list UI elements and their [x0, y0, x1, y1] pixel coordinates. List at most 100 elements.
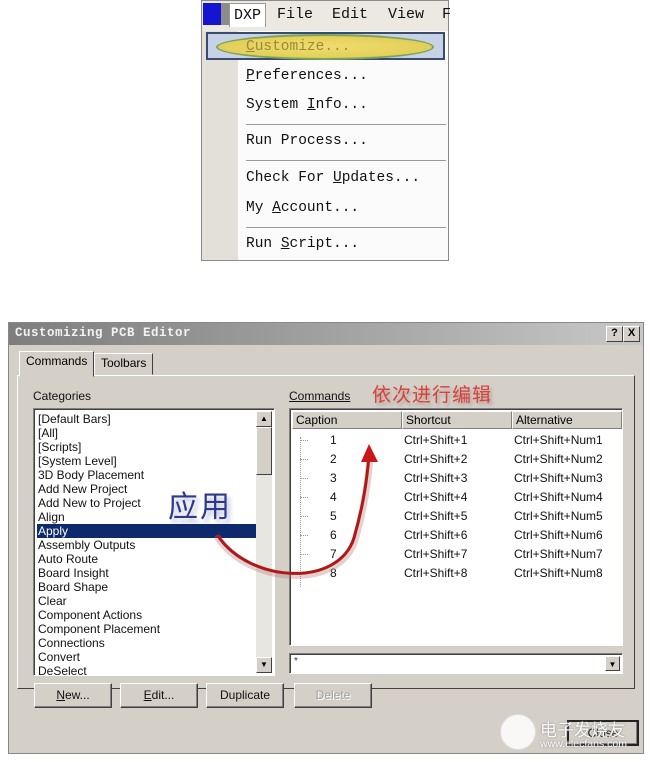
column-shortcut[interactable]: Shortcut — [402, 411, 512, 429]
cell-caption: 3 — [330, 471, 337, 485]
label: pdates... — [341, 170, 421, 186]
dxp-dropdown: Customize... Preferences... System Info.… — [202, 31, 448, 260]
category-item[interactable]: Assembly Outputs — [37, 538, 256, 552]
category-item[interactable]: [Default Bars] — [37, 412, 256, 426]
column-alternative[interactable]: Alternative — [512, 411, 622, 429]
menu-dxp[interactable]: DXP — [229, 3, 267, 27]
label: ustomize... — [254, 39, 351, 55]
dxp-logo-shadow — [221, 3, 229, 25]
delete-button[interactable]: Delete — [294, 683, 372, 708]
mnemonic: I — [306, 97, 316, 113]
help-button[interactable]: ? — [606, 326, 623, 342]
cell-alternative: Ctrl+Shift+Num7 — [514, 547, 603, 561]
category-item[interactable]: DeSelect — [37, 664, 256, 678]
annotation-apply: 应用 — [168, 491, 232, 524]
cell-alternative: Ctrl+Shift+Num5 — [514, 509, 603, 523]
watermark-url: www.elecfans.com — [540, 738, 627, 750]
tab-commands[interactable]: Commands — [19, 351, 95, 377]
mnemonic: P — [246, 68, 255, 84]
label: My — [246, 200, 273, 216]
cell-shortcut: Ctrl+Shift+3 — [404, 471, 468, 485]
category-item[interactable]: [Scripts] — [37, 440, 256, 454]
tab-toolbars[interactable]: Toolbars — [94, 353, 154, 375]
menu-edit[interactable]: Edit — [332, 6, 368, 23]
mnemonic: E — [143, 688, 152, 702]
cell-alternative: Ctrl+Shift+Num1 — [514, 433, 603, 447]
cell-alternative: Ctrl+Shift+Num2 — [514, 452, 603, 466]
category-item[interactable]: Convert — [37, 650, 256, 664]
categories-scrollbar[interactable]: ▲ ▼ — [256, 411, 272, 673]
cell-shortcut: Ctrl+Shift+2 — [404, 452, 468, 466]
menu-item-check-updates[interactable]: Check For Updates... — [246, 170, 420, 186]
customizing-dialog: Customizing PCB Editor ? X Commands Tool… — [8, 322, 644, 754]
label: ew... — [64, 688, 90, 702]
menu-item-preferences[interactable]: Preferences... — [246, 68, 368, 84]
category-item[interactable]: Clear — [37, 594, 256, 608]
category-item[interactable]: Connections — [37, 636, 256, 650]
category-item[interactable]: Apply — [37, 524, 256, 538]
menu-item-system-info[interactable]: System Info... — [246, 97, 368, 113]
command-row[interactable]: 6 Ctrl+Shift+6 Ctrl+Shift+Num6 — [292, 526, 620, 545]
command-row[interactable]: 7 Ctrl+Shift+7 Ctrl+Shift+Num7 — [292, 545, 620, 564]
menubar: DXP File Edit View F — [202, 1, 451, 31]
menu-gutter — [202, 31, 238, 260]
cell-caption: 4 — [330, 490, 337, 504]
commands-grid[interactable]: Caption Shortcut Alternative 1 Ctrl+Shift… — [289, 408, 623, 646]
new-button[interactable]: New... — [34, 683, 112, 708]
menu-separator — [246, 227, 446, 229]
chevron-down-icon[interactable]: ▼ — [605, 656, 620, 671]
filter-value: * — [294, 656, 298, 667]
scroll-up-button[interactable]: ▲ — [256, 411, 272, 427]
cell-alternative: Ctrl+Shift+Num4 — [514, 490, 603, 504]
menu-item-my-account[interactable]: My Account... — [246, 200, 359, 216]
command-row[interactable]: 4 Ctrl+Shift+4 Ctrl+Shift+Num4 — [292, 488, 620, 507]
cell-shortcut: Ctrl+Shift+8 — [404, 566, 468, 580]
menu-item-run-script[interactable]: Run Script... — [246, 236, 359, 252]
menu-more[interactable]: F — [442, 6, 451, 23]
watermark: 电子发烧友 www.elecfans.com — [500, 712, 650, 762]
category-item[interactable]: 3D Body Placement — [37, 468, 256, 482]
dxp-menu-screenshot: DXP File Edit View F Customize... Prefer… — [201, 0, 451, 261]
scroll-thumb[interactable] — [256, 427, 272, 475]
cell-shortcut: Ctrl+Shift+1 — [404, 433, 468, 447]
category-item[interactable]: Component Actions — [37, 608, 256, 622]
menu-item-run-process[interactable]: Run Process... — [246, 133, 368, 149]
cell-shortcut: Ctrl+Shift+6 — [404, 528, 468, 542]
label: System — [246, 97, 307, 113]
menu-separator — [246, 124, 446, 126]
edit-button[interactable]: Edit... — [120, 683, 198, 708]
menu-item-customize[interactable]: Customize... — [246, 39, 350, 55]
category-item[interactable]: Board Insight — [37, 566, 256, 580]
category-item[interactable]: Board Shape — [37, 580, 256, 594]
category-item[interactable]: Auto Route — [37, 552, 256, 566]
category-item[interactable]: [All] — [37, 426, 256, 440]
duplicate-button[interactable]: Duplicate — [206, 683, 284, 708]
label: Run Process... — [246, 133, 368, 149]
menu-view[interactable]: View — [388, 6, 424, 23]
mnemonic: S — [280, 236, 290, 252]
close-x-button[interactable]: X — [623, 326, 640, 342]
cell-alternative: Ctrl+Shift+Num3 — [514, 471, 603, 485]
label: Run — [246, 236, 281, 252]
cell-caption: 7 — [330, 547, 337, 561]
label: dit... — [151, 688, 175, 702]
watermark-logo-icon — [500, 714, 536, 750]
cell-caption: 2 — [330, 452, 337, 466]
command-filter-combo[interactable]: * ▼ — [289, 653, 623, 674]
command-row[interactable]: 8 Ctrl+Shift+8 Ctrl+Shift+Num8 — [292, 564, 620, 583]
command-row[interactable]: 3 Ctrl+Shift+3 Ctrl+Shift+Num3 — [292, 469, 620, 488]
category-item[interactable]: Component Placement — [37, 622, 256, 636]
command-row[interactable]: 5 Ctrl+Shift+5 Ctrl+Shift+Num5 — [292, 507, 620, 526]
cell-caption: 8 — [330, 566, 337, 580]
menu-file[interactable]: File — [277, 6, 313, 23]
commands-label: Commands — [289, 389, 351, 403]
command-row[interactable]: 2 Ctrl+Shift+2 Ctrl+Shift+Num2 — [292, 450, 620, 469]
mnemonic: A — [272, 200, 281, 216]
scroll-down-button[interactable]: ▼ — [256, 657, 272, 673]
category-item[interactable]: [System Level] — [37, 454, 256, 468]
column-caption[interactable]: Caption — [292, 411, 402, 429]
categories-list[interactable]: ▲ ▼ [Default Bars] [All] [Scripts] [System … — [33, 408, 275, 678]
command-row[interactable]: 1 Ctrl+Shift+1 Ctrl+Shift+Num1 — [292, 431, 620, 450]
label: references... — [254, 68, 368, 84]
label: cript... — [289, 236, 360, 252]
